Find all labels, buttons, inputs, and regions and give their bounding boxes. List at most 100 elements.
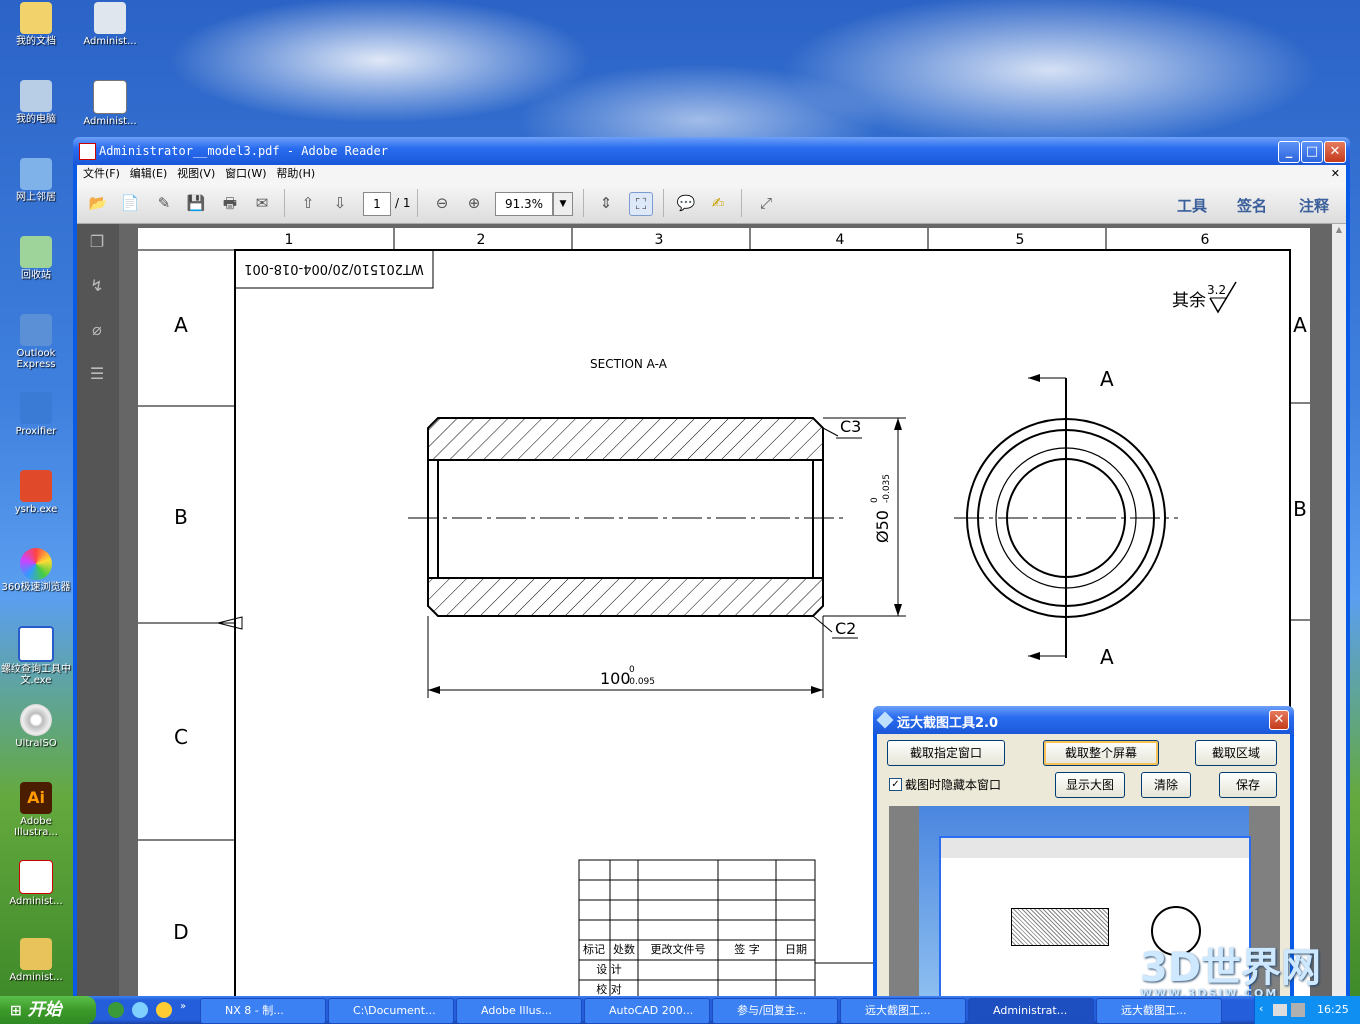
desktop-icon-illustrator[interactable]: Ai Adobe Illustra... — [0, 782, 72, 838]
tb-row-design: 设 计 — [596, 963, 622, 976]
ultraiso-icon — [20, 704, 52, 736]
quicklaunch-more-icon[interactable]: » — [180, 1001, 186, 1012]
attachments-icon[interactable]: ⌀ — [86, 320, 108, 342]
highlight-icon[interactable]: ✍ — [707, 192, 729, 214]
signatures-icon[interactable]: ↯ — [86, 276, 108, 298]
taskbar-item-explorer[interactable]: C:\Document... — [328, 998, 454, 1024]
zone-col-3: 3 — [655, 232, 664, 248]
pages-thumbnail-icon[interactable]: ❐ — [86, 232, 108, 254]
zoom-input[interactable]: 91.3% — [495, 192, 553, 216]
save-button[interactable]: 保存 — [1219, 772, 1277, 798]
taskbar-item-screenshot-1[interactable]: 远大截图工... — [840, 998, 966, 1024]
tb-header-change-doc: 更改文件号 — [651, 942, 706, 956]
print-icon[interactable]: 🖶 — [219, 192, 241, 214]
taskbar-item-reader[interactable]: Administrat... — [968, 998, 1094, 1024]
capture-region-button[interactable]: 截取区域 — [1195, 740, 1277, 766]
outlook-icon — [20, 314, 52, 346]
zone-col-4: 4 — [836, 232, 845, 248]
sign-link[interactable]: 签名 — [1237, 195, 1267, 216]
recycle-bin-icon — [20, 236, 52, 268]
next-page-icon[interactable]: ⇩ — [329, 192, 351, 214]
taskbar-item-screenshot-2[interactable]: 远大截图工... — [1096, 998, 1222, 1024]
show-large-button[interactable]: 显示大图 — [1055, 772, 1125, 798]
layers-icon[interactable]: ☰ — [86, 364, 108, 386]
fullscreen-icon[interactable]: ⤢ — [755, 192, 777, 214]
taskbar-item-forum[interactable]: 参与/回复主... — [712, 998, 838, 1024]
edit-icon[interactable]: ✎ — [153, 192, 175, 214]
network-icon — [20, 158, 52, 190]
tray-chevron-icon[interactable]: ‹ — [1259, 1002, 1263, 1015]
vertical-scrollbar[interactable]: ▲ — [1332, 224, 1346, 996]
menu-help[interactable]: 帮助(H) — [276, 165, 315, 183]
desktop-icon-network[interactable]: 网上邻居 — [0, 158, 72, 203]
desktop-icon-dwg-file[interactable]: Administ... — [0, 938, 72, 983]
taskbar-item-illustrator[interactable]: Adobe Illus... — [456, 998, 582, 1024]
taskbar-item-nx[interactable]: NX 8 - 制... — [200, 998, 326, 1024]
section-marker-top: A — [1100, 367, 1114, 391]
desktop-icon-admin-doc[interactable]: Administ... — [74, 80, 146, 127]
comment-icon[interactable]: 💬 — [675, 192, 697, 214]
page-total: / 1 — [395, 196, 411, 210]
comment-link[interactable]: 注释 — [1299, 195, 1329, 216]
section-label: SECTION A-A — [590, 357, 668, 371]
quicklaunch-ie-icon[interactable] — [108, 1002, 124, 1018]
quicklaunch-browser-icon[interactable] — [132, 1002, 148, 1018]
desktop-icon-ysrb[interactable]: ysrb.exe — [0, 470, 72, 515]
eye-file-icon — [94, 2, 126, 34]
doc-close-icon[interactable]: ✕ — [1331, 165, 1340, 183]
start-button[interactable]: ⊞ 开始 — [0, 996, 96, 1024]
close-button[interactable]: ✕ — [1324, 141, 1346, 163]
zoom-dropdown-chevron-icon[interactable]: ▼ — [553, 192, 573, 216]
keyboard-icon[interactable] — [1273, 1004, 1287, 1016]
reader-titlebar[interactable]: Administrator__model3.pdf - Adobe Reader… — [73, 137, 1350, 165]
page-number-input[interactable]: 1 — [363, 192, 391, 216]
hide-window-checkbox[interactable]: ✓ — [889, 778, 902, 791]
maximize-button[interactable]: □ — [1301, 141, 1323, 163]
fit-page-icon[interactable]: ⛶ — [629, 192, 653, 216]
dialog-close-button[interactable]: ✕ — [1269, 710, 1289, 730]
taskbar-item-autocad[interactable]: AutoCAD 200... — [584, 998, 710, 1024]
pdf-file-icon — [19, 860, 53, 894]
tray-app-icon[interactable] — [1291, 1003, 1305, 1017]
scroll-up-icon[interactable]: ▲ — [1333, 225, 1345, 237]
reader-title: Administrator__model3.pdf - Adobe Reader — [99, 144, 388, 158]
dialog-titlebar[interactable]: 远大截图工具2.0 ✕ — [873, 706, 1294, 734]
desktop-icon-pdf-file[interactable]: Administ... — [0, 860, 72, 907]
minimize-button[interactable]: _ — [1278, 141, 1300, 163]
zoom-in-icon[interactable]: ⊕ — [463, 192, 485, 214]
menu-view[interactable]: 视图(V) — [177, 165, 215, 183]
tools-link[interactable]: 工具 — [1177, 195, 1207, 216]
quicklaunch-qq-icon[interactable] — [156, 1002, 172, 1018]
zoom-out-icon[interactable]: ⊖ — [431, 192, 453, 214]
menu-window[interactable]: 窗口(W) — [225, 165, 266, 183]
menu-bar: 文件(F) 编辑(E) 视图(V) 窗口(W) 帮助(H) ✕ — [77, 165, 1346, 183]
desktop-icon-admin-eye[interactable]: Administ... — [74, 2, 146, 47]
save-icon[interactable]: 💾 — [185, 192, 207, 214]
desktop-icon-360-browser[interactable]: 360极速浏览器 — [0, 548, 72, 593]
zone-row-c: C — [174, 725, 188, 749]
desktop-icon-my-documents[interactable]: 我的文档 — [0, 2, 72, 47]
diameter-tol-lower: -0.035 — [882, 474, 892, 503]
open-icon[interactable]: 📂 — [87, 192, 109, 214]
capture-window-button[interactable]: 截取指定窗口 — [887, 740, 1005, 766]
desktop-icon-recycle-bin[interactable]: 回收站 — [0, 236, 72, 281]
tb-row-check: 校 对 — [596, 982, 622, 996]
illustrator-icon: Ai — [20, 782, 52, 814]
desktop-icon-outlook[interactable]: Outlook Express — [0, 314, 72, 370]
desktop-icon-my-computer[interactable]: 我的电脑 — [0, 80, 72, 125]
section-marker-bottom: A — [1100, 645, 1114, 669]
prev-page-icon[interactable]: ⇧ — [297, 192, 319, 214]
clear-button[interactable]: 清除 — [1141, 772, 1191, 798]
zone-col-1: 1 — [285, 232, 294, 248]
desktop-icon-ultraiso[interactable]: UltraISO — [0, 704, 72, 749]
fit-width-icon[interactable]: ⇕ — [595, 192, 617, 214]
capture-fullscreen-button[interactable]: 截取整个屏幕 — [1043, 740, 1159, 766]
create-pdf-icon[interactable]: 📄 — [119, 192, 141, 214]
menu-file[interactable]: 文件(F) — [83, 165, 120, 183]
desktop-icon-thread-tool[interactable]: 螺纹查询工具中文.exe — [0, 626, 72, 686]
email-icon[interactable]: ✉ — [251, 192, 273, 214]
desktop-icon-proxifier[interactable]: Proxifier — [0, 392, 72, 437]
roughness-prefix: 其余 — [1172, 291, 1206, 311]
menu-edit[interactable]: 编辑(E) — [130, 165, 168, 183]
pdf-app-icon — [79, 143, 96, 160]
